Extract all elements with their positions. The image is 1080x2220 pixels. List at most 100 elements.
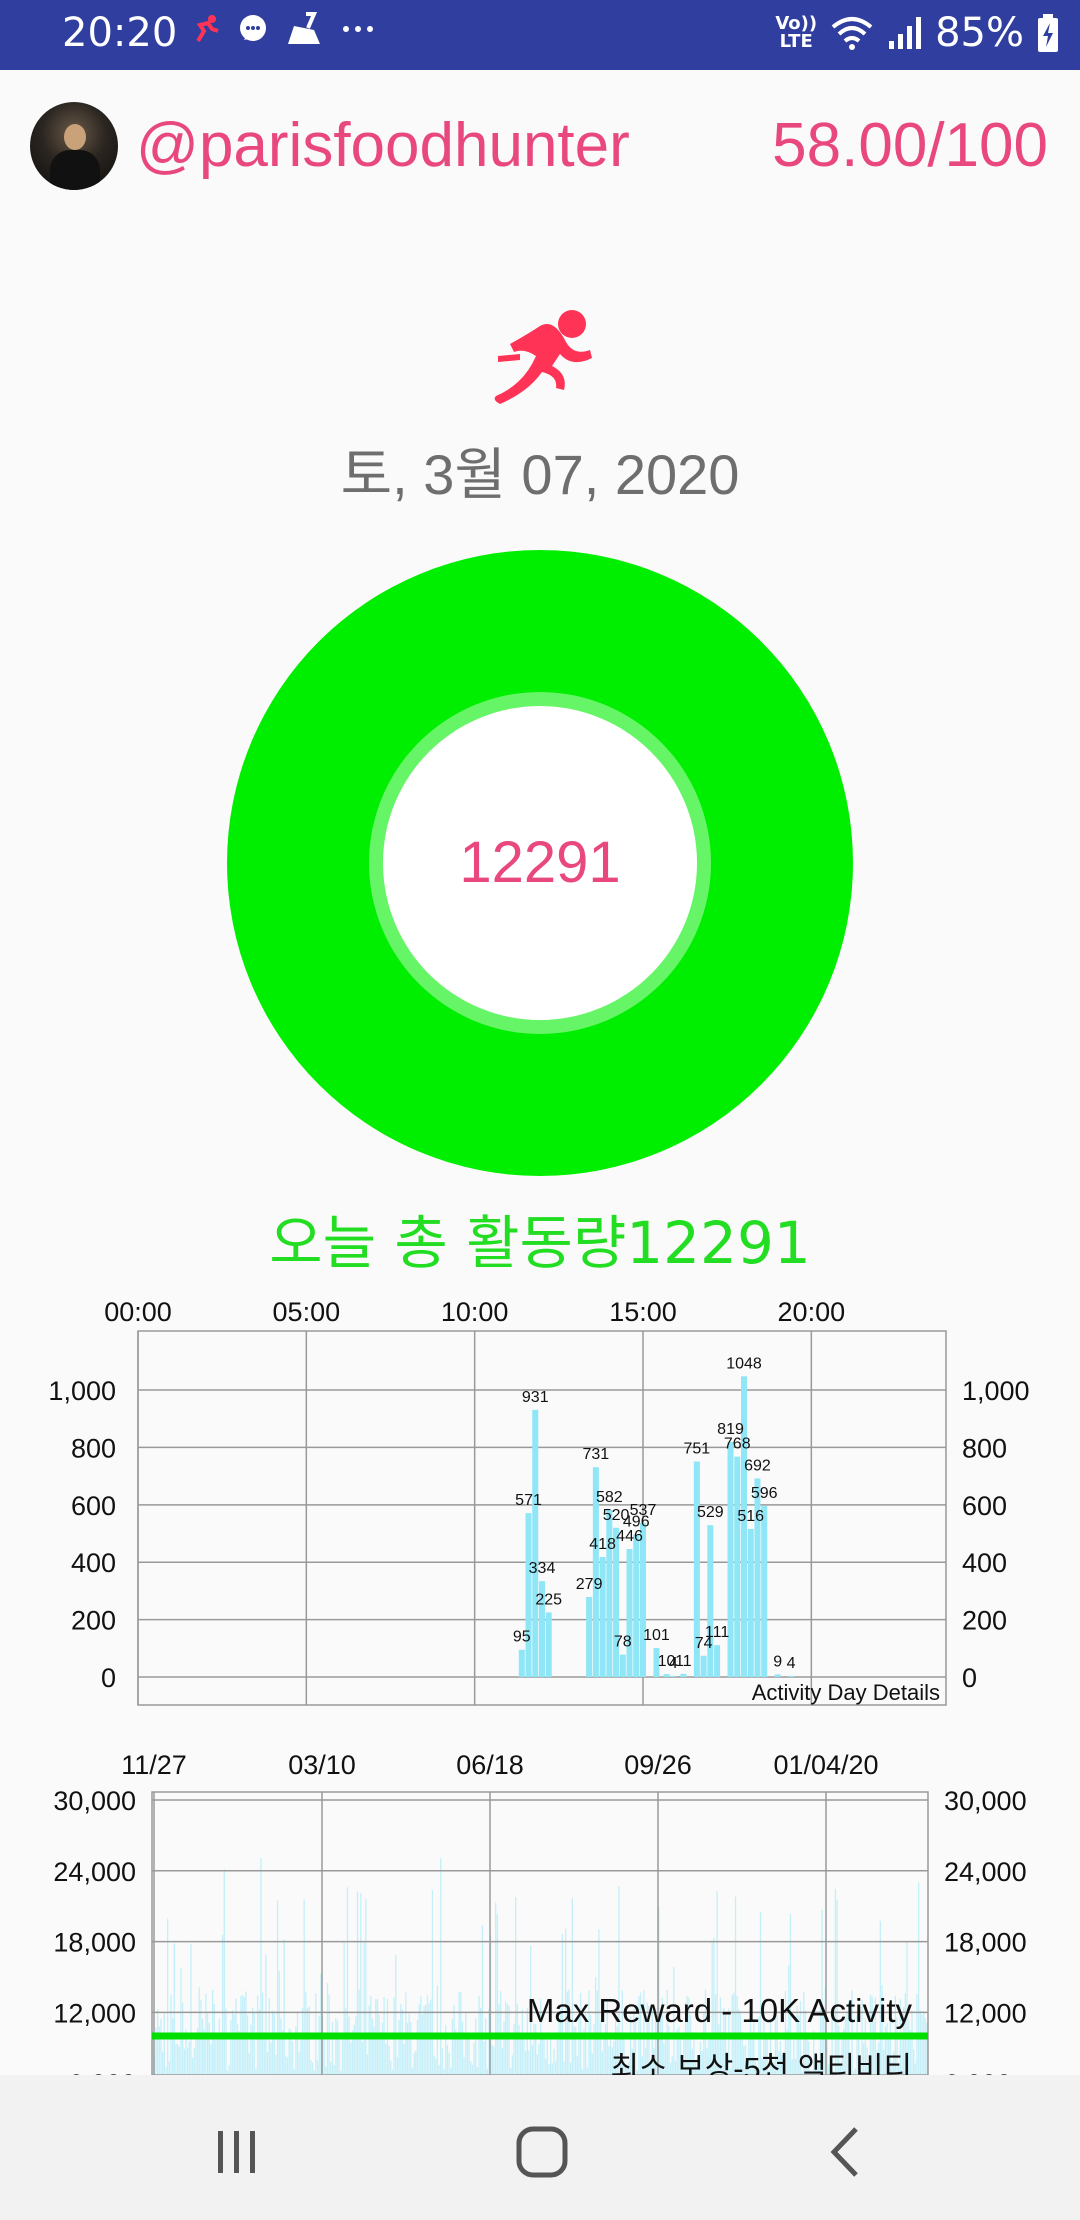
status-time: 20:20 (62, 10, 178, 56)
history-chart-bar (230, 2020, 232, 2075)
day-chart-bar (518, 1649, 525, 1677)
history-chart-bar (451, 2019, 454, 2075)
history-chart-bar (508, 2005, 510, 2075)
history-chart-bar (516, 2004, 519, 2075)
history-chart-bar (206, 2012, 209, 2075)
max-reward-label: Max Reward - 10K Activity (527, 1992, 913, 2029)
score: 58.00/100 (772, 111, 1048, 180)
day-chart-bar-label: 101 (643, 1627, 670, 1644)
day-chart-bar-label: 751 (684, 1440, 711, 1457)
day-chart-bar-label: 111 (705, 1624, 729, 1641)
history-chart-bar (491, 2045, 494, 2075)
day-chart-y-tick-right: 800 (962, 1433, 1007, 1463)
back-button[interactable] (820, 2125, 874, 2179)
history-chart-bar (271, 2010, 274, 2075)
signal-icon (889, 17, 922, 49)
history-chart-bar (536, 2054, 539, 2075)
history-chart-x-tick: 11/27 (121, 1750, 187, 1780)
history-chart-bar (538, 2043, 540, 2075)
history-chart-bar (220, 2033, 222, 2075)
history-chart-bar (180, 1968, 182, 2075)
history-chart-bar (350, 2042, 352, 2075)
history-chart-bars (152, 1857, 928, 2075)
history-chart-bar (368, 2005, 370, 2075)
history-chart-bar (270, 2042, 272, 2075)
history-chart-bar (400, 2004, 402, 2075)
history-chart-bar (436, 1985, 439, 2075)
history-chart-bar (338, 2037, 340, 2075)
history-chart-bar (201, 2019, 204, 2075)
history-chart-bar (554, 2061, 557, 2075)
username: @parisfoodhunter (136, 111, 630, 180)
home-button[interactable] (515, 2125, 569, 2179)
history-chart-bar (390, 2060, 392, 2075)
history-chart-bar (401, 2009, 404, 2075)
chat-icon (240, 15, 266, 41)
day-chart-y-tick-left: 0 (101, 1663, 116, 1693)
day-chart-bar-label: 4 (787, 1655, 796, 1672)
history-chart-bar (225, 2008, 227, 2075)
recent-apps-button[interactable] (212, 2127, 262, 2177)
activity-donut-chart: 12291 (227, 550, 853, 1176)
history-chart-bar (348, 2016, 350, 2075)
history-chart-bar (188, 2041, 190, 2075)
history-chart-bar (411, 2067, 414, 2075)
history-chart-bar (518, 2024, 520, 2075)
day-chart-y-tick-right: 200 (962, 1606, 1007, 1636)
history-chart-bar (258, 2009, 260, 2075)
history-chart-bar (453, 2004, 455, 2075)
history-chart-x-tick: 01/04/20 (773, 1750, 878, 1780)
history-chart-bar (569, 2062, 572, 2075)
history-chart-bar (248, 2052, 250, 2075)
day-chart-bar-label: 279 (576, 1576, 603, 1593)
day-chart-bar-label: 95 (513, 1629, 531, 1646)
history-chart-bar (366, 2054, 369, 2075)
history-chart-x-tick: 09/26 (624, 1750, 692, 1780)
history-chart-bar (586, 2067, 588, 2075)
history-chart-bar (423, 2005, 425, 2075)
history-chart-bar (358, 1989, 360, 2075)
history-chart-bar (273, 2011, 275, 2075)
history-chart-bar (343, 1941, 345, 2075)
history-chart-bar (463, 2057, 465, 2075)
history-chart-bar (333, 2064, 335, 2075)
running-icon (494, 310, 592, 404)
history-chart-bar (323, 2038, 325, 2075)
history-chart-bar (541, 2039, 543, 2075)
history-chart-bar (216, 2033, 219, 2075)
history-chart-bar (283, 1939, 285, 2075)
history-chart-y-tick-left: 30,000 (53, 1786, 136, 1816)
day-chart-y-tick-left: 1,000 (48, 1376, 116, 1406)
history-chart-x-tick: 03/10 (288, 1750, 356, 1780)
history-chart-bar (496, 1914, 499, 2075)
history-chart-bar (221, 1934, 224, 2075)
history-chart-bar (563, 2061, 565, 2075)
day-chart-bar-label: 9 (773, 1653, 782, 1670)
day-chart-bar-label: 768 (724, 1436, 751, 1453)
history-chart-bar (276, 1900, 279, 2075)
day-chart-bar (714, 1645, 721, 1677)
history-chart-bar (341, 2037, 344, 2075)
day-chart-bar-label: 225 (535, 1591, 562, 1608)
history-chart-y-tick-right: 24,000 (944, 1857, 1027, 1887)
day-chart-bar (727, 1441, 734, 1677)
history-chart-bar (528, 2050, 530, 2075)
history-chart-bar (191, 2057, 194, 2075)
day-chart-bar (788, 1675, 795, 1677)
history-chart-bar (403, 2044, 405, 2075)
history-chart-bar (440, 1858, 442, 2075)
history-chart-bar (556, 2035, 558, 2075)
history-chart-bar (483, 2041, 485, 2075)
history-chart-bar (380, 2038, 382, 2075)
running-icon (196, 15, 219, 43)
history-chart-bar (353, 2024, 355, 2075)
history-chart-bar (378, 2014, 380, 2075)
history-chart-bar (450, 2067, 452, 2075)
history-chart-bar (285, 2055, 287, 2075)
avatar[interactable] (30, 102, 118, 190)
history-chart-bar (431, 1889, 434, 2075)
history-chart-bar (601, 2051, 603, 2075)
history-chart-bar (193, 2047, 195, 2075)
history-chart-bar (618, 1886, 620, 2075)
history-chart-bar (923, 2011, 925, 2075)
